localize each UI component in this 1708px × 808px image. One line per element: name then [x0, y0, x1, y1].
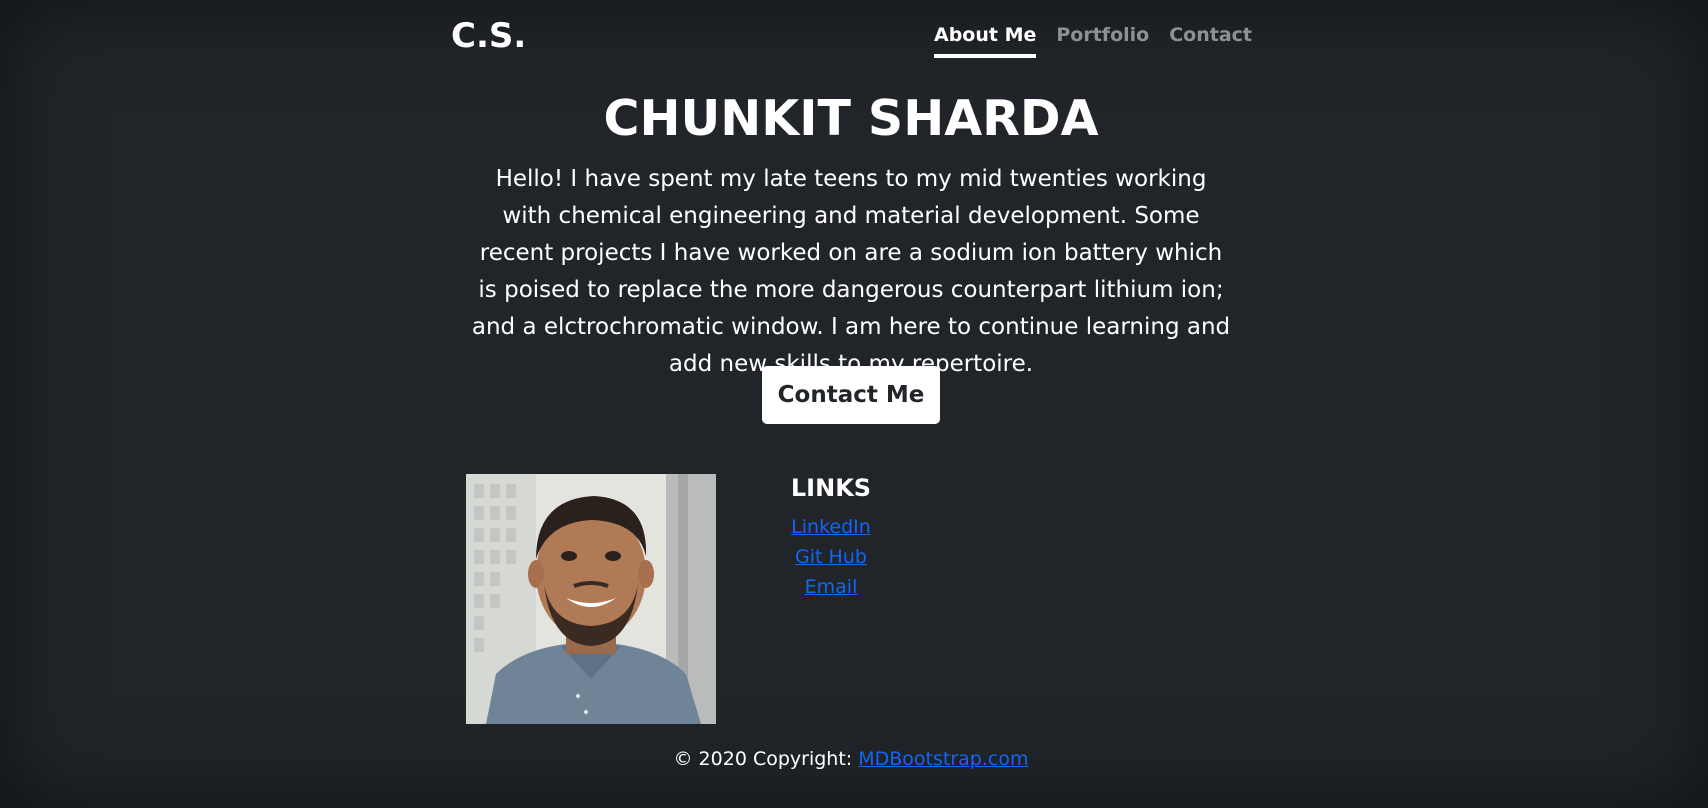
portrait-photo-icon: [466, 474, 716, 724]
contact-me-button[interactable]: Contact Me: [762, 366, 940, 424]
footer-mdbootstrap-link[interactable]: MDBootstrap.com: [858, 748, 1028, 770]
intro-paragraph: Hello! I have spent my late teens to my …: [471, 166, 1231, 377]
nav-contact[interactable]: Contact: [1169, 24, 1252, 58]
github-link[interactable]: Git Hub: [760, 542, 902, 572]
links-section: LINKS LinkedIn Git Hub Email: [760, 474, 902, 602]
footer-copyright: © 2020 Copyright:: [673, 748, 859, 770]
email-link[interactable]: Email: [760, 572, 902, 602]
footer: © 2020 Copyright: MDBootstrap.com: [0, 748, 1702, 770]
profile-photo: [466, 474, 716, 724]
page-title: CHUNKIT SHARDA: [603, 90, 1099, 147]
nav-about-me[interactable]: About Me: [933, 24, 1037, 58]
nav-portfolio[interactable]: Portfolio: [1056, 24, 1149, 58]
navbar: C.S. About Me Portfolio Contact: [0, 0, 1708, 70]
brand-logo[interactable]: C.S.: [451, 16, 526, 56]
linkedin-link[interactable]: LinkedIn: [760, 512, 902, 542]
nav-menu: About Me Portfolio Contact: [933, 24, 1252, 58]
links-title: LINKS: [790, 474, 872, 502]
